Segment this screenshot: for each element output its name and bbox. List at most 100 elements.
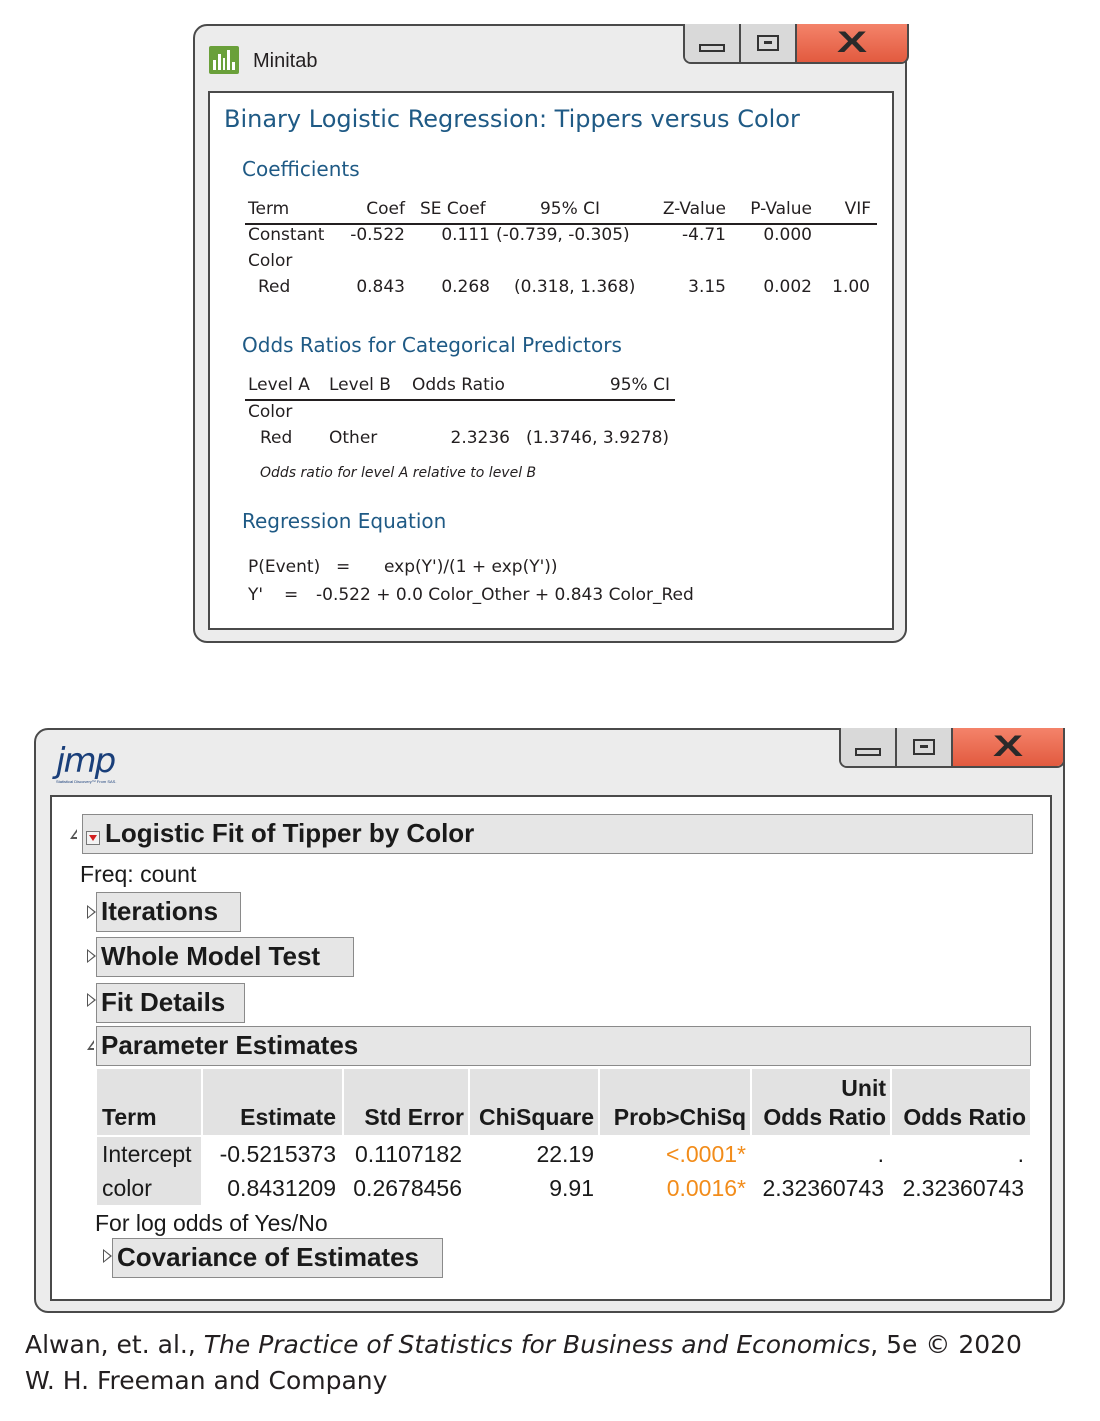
or-group-color: Color <box>248 402 293 422</box>
row-color-chisquare: 9.91 <box>549 1175 594 1201</box>
col-prob-chisq: Prob>ChiSq <box>600 1069 750 1135</box>
iterations-outline[interactable]: Iterations <box>96 892 241 932</box>
session-output: Binary Logistic Regression: Tippers vers… <box>208 91 894 630</box>
row-intercept-chisquare: 22.19 <box>536 1141 594 1167</box>
col-std-error: Std Error <box>344 1069 468 1135</box>
minimize-icon <box>699 44 725 52</box>
parameter-estimates-outline[interactable]: Parameter Estimates <box>96 1026 1031 1066</box>
row-intercept-term: Intercept <box>102 1141 192 1167</box>
logistic-fit-outline[interactable]: Logistic Fit of Tipper by Color <box>82 814 1033 854</box>
row-constant-coef: -0.522 <box>350 225 405 245</box>
equation-heading: Regression Equation <box>242 509 447 533</box>
close-icon: X <box>992 730 1024 763</box>
or-note: Odds ratio for level A relative to level… <box>260 465 537 481</box>
odds-ratios-heading: Odds Ratios for Categorical Predictors <box>242 333 622 357</box>
maximize-icon <box>757 35 779 51</box>
col-unit-odds-ratio: Unit Odds Ratio <box>752 1069 890 1135</box>
row-red-term: Red <box>258 277 291 297</box>
citation-line-2: W. H. Freeman and Company <box>25 1366 388 1395</box>
maximize-button[interactable] <box>741 24 797 62</box>
disclosure-closed-icon[interactable] <box>87 905 96 919</box>
jmp-logo-subtext: Statistical Discovery™ From SAS. <box>56 779 117 784</box>
row-red-p: 0.002 <box>763 277 812 297</box>
jmp-logo-text: jmp <box>56 741 116 781</box>
row-constant-ci: (-0.739, -0.305) <box>496 225 630 245</box>
close-button[interactable]: X <box>797 24 907 62</box>
col-coef: Coef <box>366 199 405 219</box>
col-chisquare: ChiSquare <box>470 1069 598 1135</box>
col-estimate: Estimate <box>203 1069 342 1135</box>
col-or-ci: 95% CI <box>609 375 670 395</box>
col-std-error-label: Std Error <box>364 1104 464 1130</box>
row-color-unit-or: 2.32360743 <box>762 1175 884 1201</box>
col-vif: VIF <box>844 199 871 219</box>
minimize-icon <box>855 748 881 756</box>
citation-line-1: Alwan, et. al., The Practice of Statisti… <box>25 1330 1022 1359</box>
row-intercept-unit-or: . <box>877 1141 884 1167</box>
row-red-vif: 1.00 <box>832 277 870 297</box>
or-value: 2.3236 <box>450 428 510 448</box>
col-level-a: Level A <box>248 375 310 395</box>
maximize-button[interactable] <box>897 728 953 766</box>
whole-model-test-outline[interactable]: Whole Model Test <box>96 937 354 977</box>
col-prob-label: Prob>ChiSq <box>613 1104 746 1130</box>
col-odds-ratio: Odds Ratio <box>412 375 505 395</box>
disclosure-closed-icon[interactable] <box>103 1249 112 1263</box>
jmp-logo: jmp Statistical Discovery™ From SAS. <box>56 744 116 784</box>
disclosure-open-icon[interactable] <box>70 829 77 839</box>
citation-edition: , 5e © 2020 <box>870 1330 1022 1359</box>
row-red-coef: 0.843 <box>356 277 405 297</box>
eq1-equals: = <box>336 557 351 577</box>
col-estimate-label: Estimate <box>240 1104 336 1130</box>
col-z: Z-Value <box>662 199 726 219</box>
col-level-b: Level B <box>329 375 391 395</box>
col-odds-ratio: Odds Ratio <box>892 1069 1030 1135</box>
freq-label: Freq: count <box>80 861 197 887</box>
red-triangle-menu-icon[interactable] <box>86 831 100 845</box>
report-title: Binary Logistic Regression: Tippers vers… <box>224 105 800 133</box>
fit-details-outline[interactable]: Fit Details <box>96 983 245 1023</box>
row-color-or: 2.32360743 <box>902 1175 1024 1201</box>
row-constant-se: 0.111 <box>441 225 490 245</box>
or-level-a: Red <box>260 428 293 448</box>
eq2-equals: = <box>284 585 299 605</box>
minitab-logo-icon <box>209 46 239 74</box>
row-intercept-std-error: 0.1107182 <box>354 1141 462 1167</box>
disclosure-closed-icon[interactable] <box>87 949 96 963</box>
col-odds-ratio-label: Odds Ratio <box>903 1104 1026 1130</box>
row-intercept-prob: <.0001* <box>666 1141 746 1167</box>
row-color-term: Color <box>248 251 293 271</box>
citation-authors: Alwan, et. al., <box>25 1330 204 1359</box>
col-chisquare-label: ChiSquare <box>478 1104 594 1130</box>
or-ci: (1.3746, 3.9278) <box>526 428 670 448</box>
row-color-std-error: 0.2678456 <box>353 1175 462 1201</box>
disclosure-open-icon[interactable] <box>87 1040 94 1050</box>
row-constant-z: -4.71 <box>682 225 726 245</box>
window-controls: X <box>683 24 909 64</box>
jmp-window: jmp Statistical Discovery™ From SAS. X L… <box>34 728 1065 1313</box>
row-color-term: color <box>102 1175 152 1201</box>
row-color-prob: 0.0016* <box>666 1175 746 1201</box>
row-color-estimate: 0.8431209 <box>227 1175 336 1201</box>
covariance-outline[interactable]: Covariance of Estimates <box>112 1238 443 1278</box>
disclosure-closed-icon[interactable] <box>87 993 96 1007</box>
close-icon: X <box>836 26 868 59</box>
row-constant-term: Constant <box>248 225 325 245</box>
row-constant-p: 0.000 <box>763 225 812 245</box>
col-unit-odds-ratio-top: Unit <box>841 1075 886 1101</box>
eq2-rhs: -0.522 + 0.0 Color_Other + 0.843 Color_R… <box>316 585 694 605</box>
maximize-icon <box>913 739 935 755</box>
close-button[interactable]: X <box>953 728 1063 766</box>
row-red-ci: (0.318, 1.368) <box>514 277 636 297</box>
eq2-lhs: Y' <box>248 585 264 605</box>
minimize-button[interactable] <box>685 24 741 62</box>
log-odds-footnote: For log odds of Yes/No <box>95 1210 328 1236</box>
eq1-rhs: exp(Y')/(1 + exp(Y')) <box>384 557 558 577</box>
minitab-window: Minitab X Binary Logistic Regression: Ti… <box>193 24 909 643</box>
eq1-lhs: P(Event) <box>248 557 321 577</box>
col-term: Term <box>97 1069 201 1135</box>
minimize-button[interactable] <box>841 728 897 766</box>
col-unit-odds-ratio-bottom: Odds Ratio <box>763 1104 886 1130</box>
col-term-label: Term <box>102 1104 157 1130</box>
row-intercept-estimate: -0.5215373 <box>219 1141 336 1167</box>
